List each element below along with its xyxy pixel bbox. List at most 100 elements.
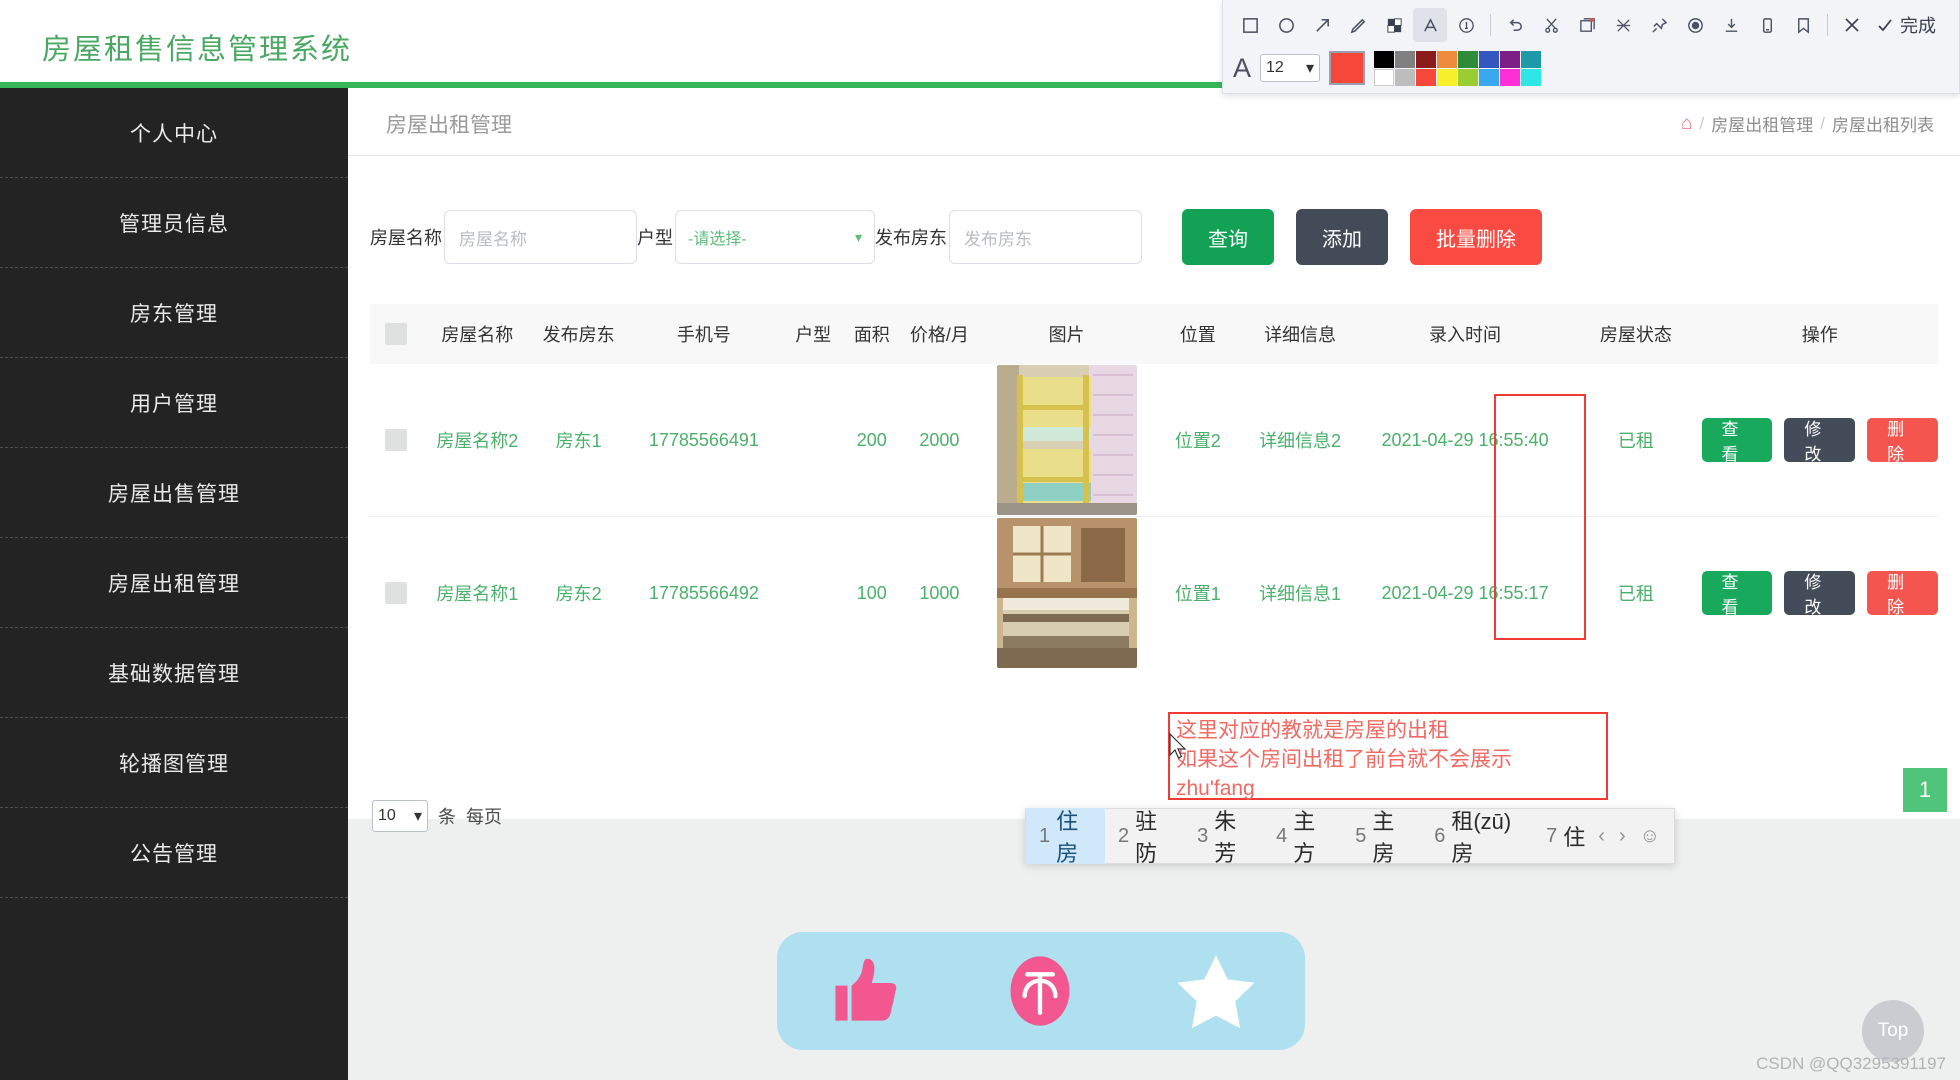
text-tool-icon[interactable]: [1413, 8, 1447, 42]
swatch-magenta[interactable]: [1500, 68, 1521, 86]
chevron-down-icon: ▾: [1305, 60, 1315, 77]
pager-per-page: 每页: [466, 807, 502, 827]
pin-tool-icon[interactable]: [1642, 8, 1676, 42]
sidebar-item-house-rent-manage[interactable]: 房屋出租管理: [0, 538, 348, 628]
add-button[interactable]: 添加: [1296, 209, 1388, 265]
sidebar-item-house-sale-manage[interactable]: 房屋出售管理: [0, 448, 348, 538]
house-type-label: 户型: [637, 228, 673, 248]
swatch-blue[interactable]: [1479, 50, 1500, 68]
sidebar-item-personal-center[interactable]: 个人中心: [0, 88, 348, 178]
ime-candidate-3[interactable]: 3 朱芳: [1184, 808, 1263, 866]
house-thumbnail[interactable]: [996, 518, 1137, 668]
ime-candidate-text: 主房: [1372, 809, 1395, 866]
current-color-swatch[interactable]: [1329, 51, 1366, 85]
delete-button[interactable]: 删除: [1867, 418, 1938, 464]
ime-candidate-4[interactable]: 4 主方: [1263, 808, 1342, 866]
view-button[interactable]: 查看: [1701, 418, 1773, 464]
swatch-white[interactable]: [1374, 68, 1395, 86]
rect-tool-icon[interactable]: [1233, 8, 1267, 42]
house-name-input[interactable]: 房屋名称: [444, 210, 637, 264]
row-select-cell: [370, 429, 422, 451]
ime-candidate-bar[interactable]: 1 住房 2 驻防 3 朱芳 4 主方 5 主房 6 租(zū)房 7 住 ‹ …: [1025, 808, 1675, 866]
annotation-line-1: 这里对应的教就是房屋的出租: [1176, 719, 1449, 742]
undo-tool-icon[interactable]: [1498, 8, 1532, 42]
color-palette[interactable]: [1374, 50, 1542, 86]
table-row[interactable]: 房屋名称1 房东2 17785566492 100 1000 位置1 详细信息1…: [370, 517, 1938, 669]
sidebar-item-carousel-manage[interactable]: 轮播图管理: [0, 718, 348, 808]
sidebar-item-label: 轮播图管理: [119, 752, 229, 776]
query-button[interactable]: 查询: [1182, 209, 1274, 265]
swatch-teal[interactable]: [1521, 50, 1542, 68]
coin-icon[interactable]: [999, 950, 1081, 1032]
swatch-lightgreen[interactable]: [1458, 68, 1479, 86]
sidebar-item-label: 管理员信息: [119, 212, 229, 236]
download-tool-icon[interactable]: [1714, 8, 1748, 42]
sidebar-item-basic-data-manage[interactable]: 基础数据管理: [0, 628, 348, 718]
house-rent-table: 房屋名称 发布房东 手机号 户型 面积 价格/月 图片 位置 详细信息 录入时间…: [370, 304, 1938, 669]
row-checkbox[interactable]: [384, 582, 407, 604]
back-to-top-button[interactable]: Top: [1862, 1000, 1924, 1062]
cell-phone: 17785566492: [648, 582, 759, 603]
swatch-red[interactable]: [1416, 68, 1437, 86]
house-thumbnail[interactable]: [996, 365, 1137, 515]
sidebar-item-user-manage[interactable]: 用户管理: [0, 358, 348, 448]
view-button[interactable]: 查看: [1701, 571, 1773, 617]
swatch-purple[interactable]: [1500, 50, 1521, 68]
swatch-darkred[interactable]: [1416, 50, 1437, 68]
swatch-skyblue[interactable]: [1479, 68, 1500, 86]
star-icon[interactable]: [1172, 947, 1260, 1035]
cell-image[interactable]: [978, 518, 1155, 668]
page-size-select[interactable]: 10 ▾: [372, 800, 428, 832]
cancel-tool-icon[interactable]: [1835, 8, 1869, 42]
home-icon[interactable]: ⌂: [1681, 113, 1692, 135]
bookmark-tool-icon[interactable]: [1786, 8, 1820, 42]
table-row[interactable]: 房屋名称2 房东1 17785566491 200 2000 位置2 详细信息2…: [370, 364, 1938, 517]
pencil-tool-icon[interactable]: [1341, 8, 1375, 42]
save-phone-tool-icon[interactable]: [1750, 8, 1784, 42]
arrow-tool-icon[interactable]: [1305, 8, 1339, 42]
sidebar-item-notice-manage[interactable]: 公告管理: [0, 808, 348, 898]
swatch-black[interactable]: [1374, 50, 1395, 68]
swatch-cyan[interactable]: [1521, 68, 1542, 86]
edit-button[interactable]: 修改: [1784, 418, 1856, 464]
sidebar-item-landlord-manage[interactable]: 房东管理: [0, 268, 348, 358]
swatch-yellow[interactable]: [1437, 68, 1458, 86]
swatch-lightgray[interactable]: [1395, 68, 1416, 86]
ime-candidate-7[interactable]: 7 住: [1533, 808, 1598, 864]
ime-candidate-6[interactable]: 6 租(zū)房: [1421, 808, 1533, 866]
mosaic-tool-icon[interactable]: [1377, 8, 1411, 42]
record-tool-icon[interactable]: [1678, 8, 1712, 42]
breadcrumb-level-1[interactable]: 房屋出租管理: [1711, 111, 1813, 136]
landlord-input[interactable]: 发布房东: [949, 210, 1142, 264]
sidebar-item-admin-info[interactable]: 管理员信息: [0, 178, 348, 268]
floating-badge-one[interactable]: 1: [1903, 768, 1947, 812]
translate-tool-icon[interactable]: [1606, 8, 1640, 42]
delete-button[interactable]: 删除: [1867, 571, 1938, 617]
ime-candidate-5[interactable]: 5 主房: [1342, 808, 1421, 866]
batch-delete-button[interactable]: 批量删除: [1410, 209, 1542, 265]
swatch-orange[interactable]: [1437, 50, 1458, 68]
cut-tool-icon[interactable]: [1534, 8, 1568, 42]
edit-button[interactable]: 修改: [1784, 571, 1856, 617]
ime-candidate-1[interactable]: 1 住房: [1026, 808, 1106, 866]
select-all-checkbox[interactable]: [384, 323, 407, 345]
ime-prev-icon[interactable]: ‹: [1598, 825, 1605, 848]
annotation-toolbar[interactable]: 完成 A 12 ▾: [1222, 0, 1960, 94]
house-type-select[interactable]: -请选择- ▾: [675, 210, 875, 264]
done-button[interactable]: 完成: [1871, 12, 1940, 38]
mouse-cursor-icon: [1169, 733, 1187, 759]
ime-candidate-2[interactable]: 2 驻防: [1105, 808, 1184, 866]
swatch-green[interactable]: [1458, 50, 1479, 68]
ime-emoji-icon[interactable]: ☺: [1640, 825, 1660, 848]
cell-image[interactable]: [978, 365, 1155, 515]
font-size-select[interactable]: 12 ▾: [1260, 54, 1321, 82]
swatch-gray[interactable]: [1395, 50, 1416, 68]
thumbs-up-icon[interactable]: [822, 948, 908, 1034]
ime-candidate-text: 驻防: [1135, 809, 1158, 866]
numbering-tool-icon[interactable]: [1449, 8, 1483, 42]
cell-landlord: 房东2: [555, 584, 602, 604]
ime-next-icon[interactable]: ›: [1619, 825, 1626, 848]
row-checkbox[interactable]: [384, 429, 407, 451]
ellipse-tool-icon[interactable]: [1269, 8, 1303, 42]
ocr-tool-icon[interactable]: [1570, 8, 1604, 42]
